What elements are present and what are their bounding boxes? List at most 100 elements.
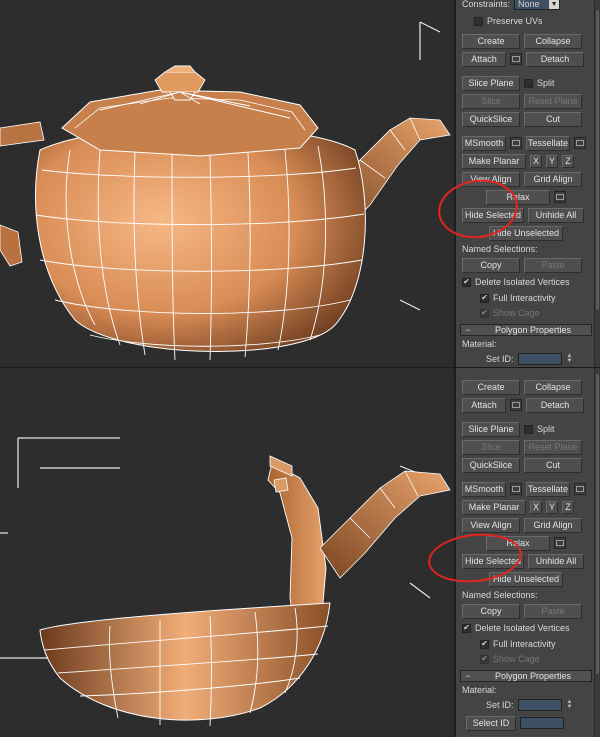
make-planar-button[interactable]: Make Planar	[462, 153, 526, 169]
spinner-arrows-icon[interactable]: ▲ ▼	[566, 353, 574, 364]
panel-scrollbar[interactable]	[594, 0, 600, 368]
rollout-title: Polygon Properties	[494, 671, 572, 681]
full-interactivity-label: Full Interactivity	[493, 639, 556, 649]
viewport-top[interactable]	[0, 0, 452, 368]
select-id-spinner[interactable]	[520, 717, 564, 729]
collapse-button[interactable]: Collapse	[524, 33, 582, 49]
quickslice-button[interactable]: QuickSlice	[462, 457, 520, 473]
paste-button[interactable]: Paste	[524, 603, 582, 619]
preserve-uvs-label: Preserve UVs	[487, 16, 543, 26]
spinner-arrows-icon[interactable]: ▲ ▼	[566, 699, 574, 710]
polygon-properties-rollout[interactable]: − Polygon Properties	[460, 670, 592, 682]
set-id-spinner[interactable]	[517, 699, 562, 711]
copy-button[interactable]: Copy	[462, 603, 520, 619]
delete-isolated-checkbox[interactable]	[462, 277, 471, 287]
select-id-button[interactable]: Select ID	[466, 715, 516, 731]
detach-button[interactable]: Detach	[526, 51, 584, 67]
material-label: Material:	[462, 685, 497, 695]
preserve-uvs-checkbox[interactable]	[474, 16, 483, 26]
show-cage-checkbox[interactable]	[480, 654, 489, 664]
top-screenshot: Constraints: None ▼ Preserve UVs Create C…	[0, 0, 600, 368]
paste-button[interactable]: Paste	[524, 257, 582, 273]
reset-plane-button[interactable]: Reset Plane	[524, 439, 582, 455]
split-checkbox[interactable]	[524, 424, 533, 434]
bottom-screenshot: Create Collapse Attach Detach Slice Plan…	[0, 368, 600, 737]
grid-align-button[interactable]: Grid Align	[524, 517, 582, 533]
chevron-down-icon: ▼	[549, 0, 560, 9]
relax-button[interactable]: Relax	[486, 189, 550, 205]
msmooth-settings-button[interactable]	[510, 137, 522, 149]
delete-isolated-label: Delete Isolated Vertices	[475, 623, 570, 633]
detach-button[interactable]: Detach	[526, 397, 584, 413]
attach-button[interactable]: Attach	[462, 51, 506, 67]
msmooth-button[interactable]: MSmooth	[462, 135, 506, 151]
unhide-all-button[interactable]: Unhide All	[528, 553, 584, 569]
msmooth-settings-button[interactable]	[510, 483, 522, 495]
delete-isolated-checkbox[interactable]	[462, 623, 471, 633]
cut-button[interactable]: Cut	[524, 111, 582, 127]
teapot-full-mesh	[0, 21, 451, 361]
slice-button[interactable]: Slice	[462, 439, 520, 455]
full-interactivity-checkbox[interactable]	[480, 639, 489, 649]
command-panel-bottom: Create Collapse Attach Detach Slice Plan…	[454, 368, 600, 737]
planar-z-button[interactable]: Z	[562, 154, 574, 168]
attach-button[interactable]: Attach	[462, 397, 506, 413]
slice-plane-button[interactable]: Slice Plane	[462, 421, 520, 437]
grid-align-button[interactable]: Grid Align	[524, 171, 582, 187]
view-align-button[interactable]: View Align	[462, 171, 520, 187]
full-interactivity-checkbox[interactable]	[480, 293, 489, 303]
planar-y-button[interactable]: Y	[546, 154, 558, 168]
tessellate-button[interactable]: Tessellate	[526, 135, 570, 151]
make-planar-button[interactable]: Make Planar	[462, 499, 526, 515]
full-interactivity-label: Full Interactivity	[493, 293, 556, 303]
scroll-thumb[interactable]	[596, 10, 599, 310]
teapot-partial-mesh	[0, 437, 451, 727]
set-id-label: Set ID:	[486, 700, 514, 710]
set-id-label: Set ID:	[486, 354, 514, 364]
polygon-properties-rollout[interactable]: − Polygon Properties	[460, 324, 592, 336]
viewport-bottom[interactable]	[0, 368, 452, 737]
split-checkbox[interactable]	[524, 78, 533, 88]
minus-icon: −	[465, 325, 471, 335]
view-align-button[interactable]: View Align	[462, 517, 520, 533]
planar-y-button[interactable]: Y	[546, 500, 558, 514]
constraints-value: None	[518, 0, 540, 9]
set-id-spinner[interactable]	[517, 353, 562, 365]
tessellate-settings-button[interactable]	[574, 137, 586, 149]
attach-settings-button[interactable]	[510, 399, 522, 411]
collapse-button[interactable]: Collapse	[524, 379, 582, 395]
split-label: Split	[537, 424, 555, 434]
material-label: Material:	[462, 339, 497, 349]
planar-z-button[interactable]: Z	[562, 500, 574, 514]
hide-selected-button[interactable]: Hide Selected	[462, 553, 524, 569]
show-cage-checkbox[interactable]	[480, 308, 489, 318]
tessellate-settings-button[interactable]	[574, 483, 586, 495]
create-button[interactable]: Create	[462, 379, 520, 395]
cut-button[interactable]: Cut	[524, 457, 582, 473]
slice-button[interactable]: Slice	[462, 93, 520, 109]
attach-settings-button[interactable]	[510, 53, 522, 65]
relax-button[interactable]: Relax	[486, 535, 550, 551]
relax-settings-button[interactable]	[554, 537, 566, 549]
relax-settings-button[interactable]	[554, 191, 566, 203]
slice-plane-button[interactable]: Slice Plane	[462, 75, 520, 91]
hide-unselected-button[interactable]: Hide Unselected	[489, 571, 563, 587]
copy-button[interactable]: Copy	[462, 257, 520, 273]
reset-plane-button[interactable]: Reset Plane	[524, 93, 582, 109]
show-cage-label: Show Cage	[493, 654, 540, 664]
show-cage-label: Show Cage	[493, 308, 540, 318]
scroll-thumb[interactable]	[596, 374, 599, 674]
hide-selected-button[interactable]: Hide Selected	[462, 207, 524, 223]
unhide-all-button[interactable]: Unhide All	[528, 207, 584, 223]
msmooth-button[interactable]: MSmooth	[462, 481, 506, 497]
constraints-dropdown[interactable]: None ▼	[514, 0, 561, 10]
tessellate-button[interactable]: Tessellate	[526, 481, 570, 497]
planar-x-button[interactable]: X	[530, 500, 542, 514]
named-selections-label: Named Selections:	[462, 244, 538, 254]
panel-scrollbar[interactable]	[594, 368, 600, 737]
hide-unselected-button[interactable]: Hide Unselected	[489, 225, 563, 241]
create-button[interactable]: Create	[462, 33, 520, 49]
quickslice-button[interactable]: QuickSlice	[462, 111, 520, 127]
planar-x-button[interactable]: X	[530, 154, 542, 168]
split-label: Split	[537, 78, 555, 88]
